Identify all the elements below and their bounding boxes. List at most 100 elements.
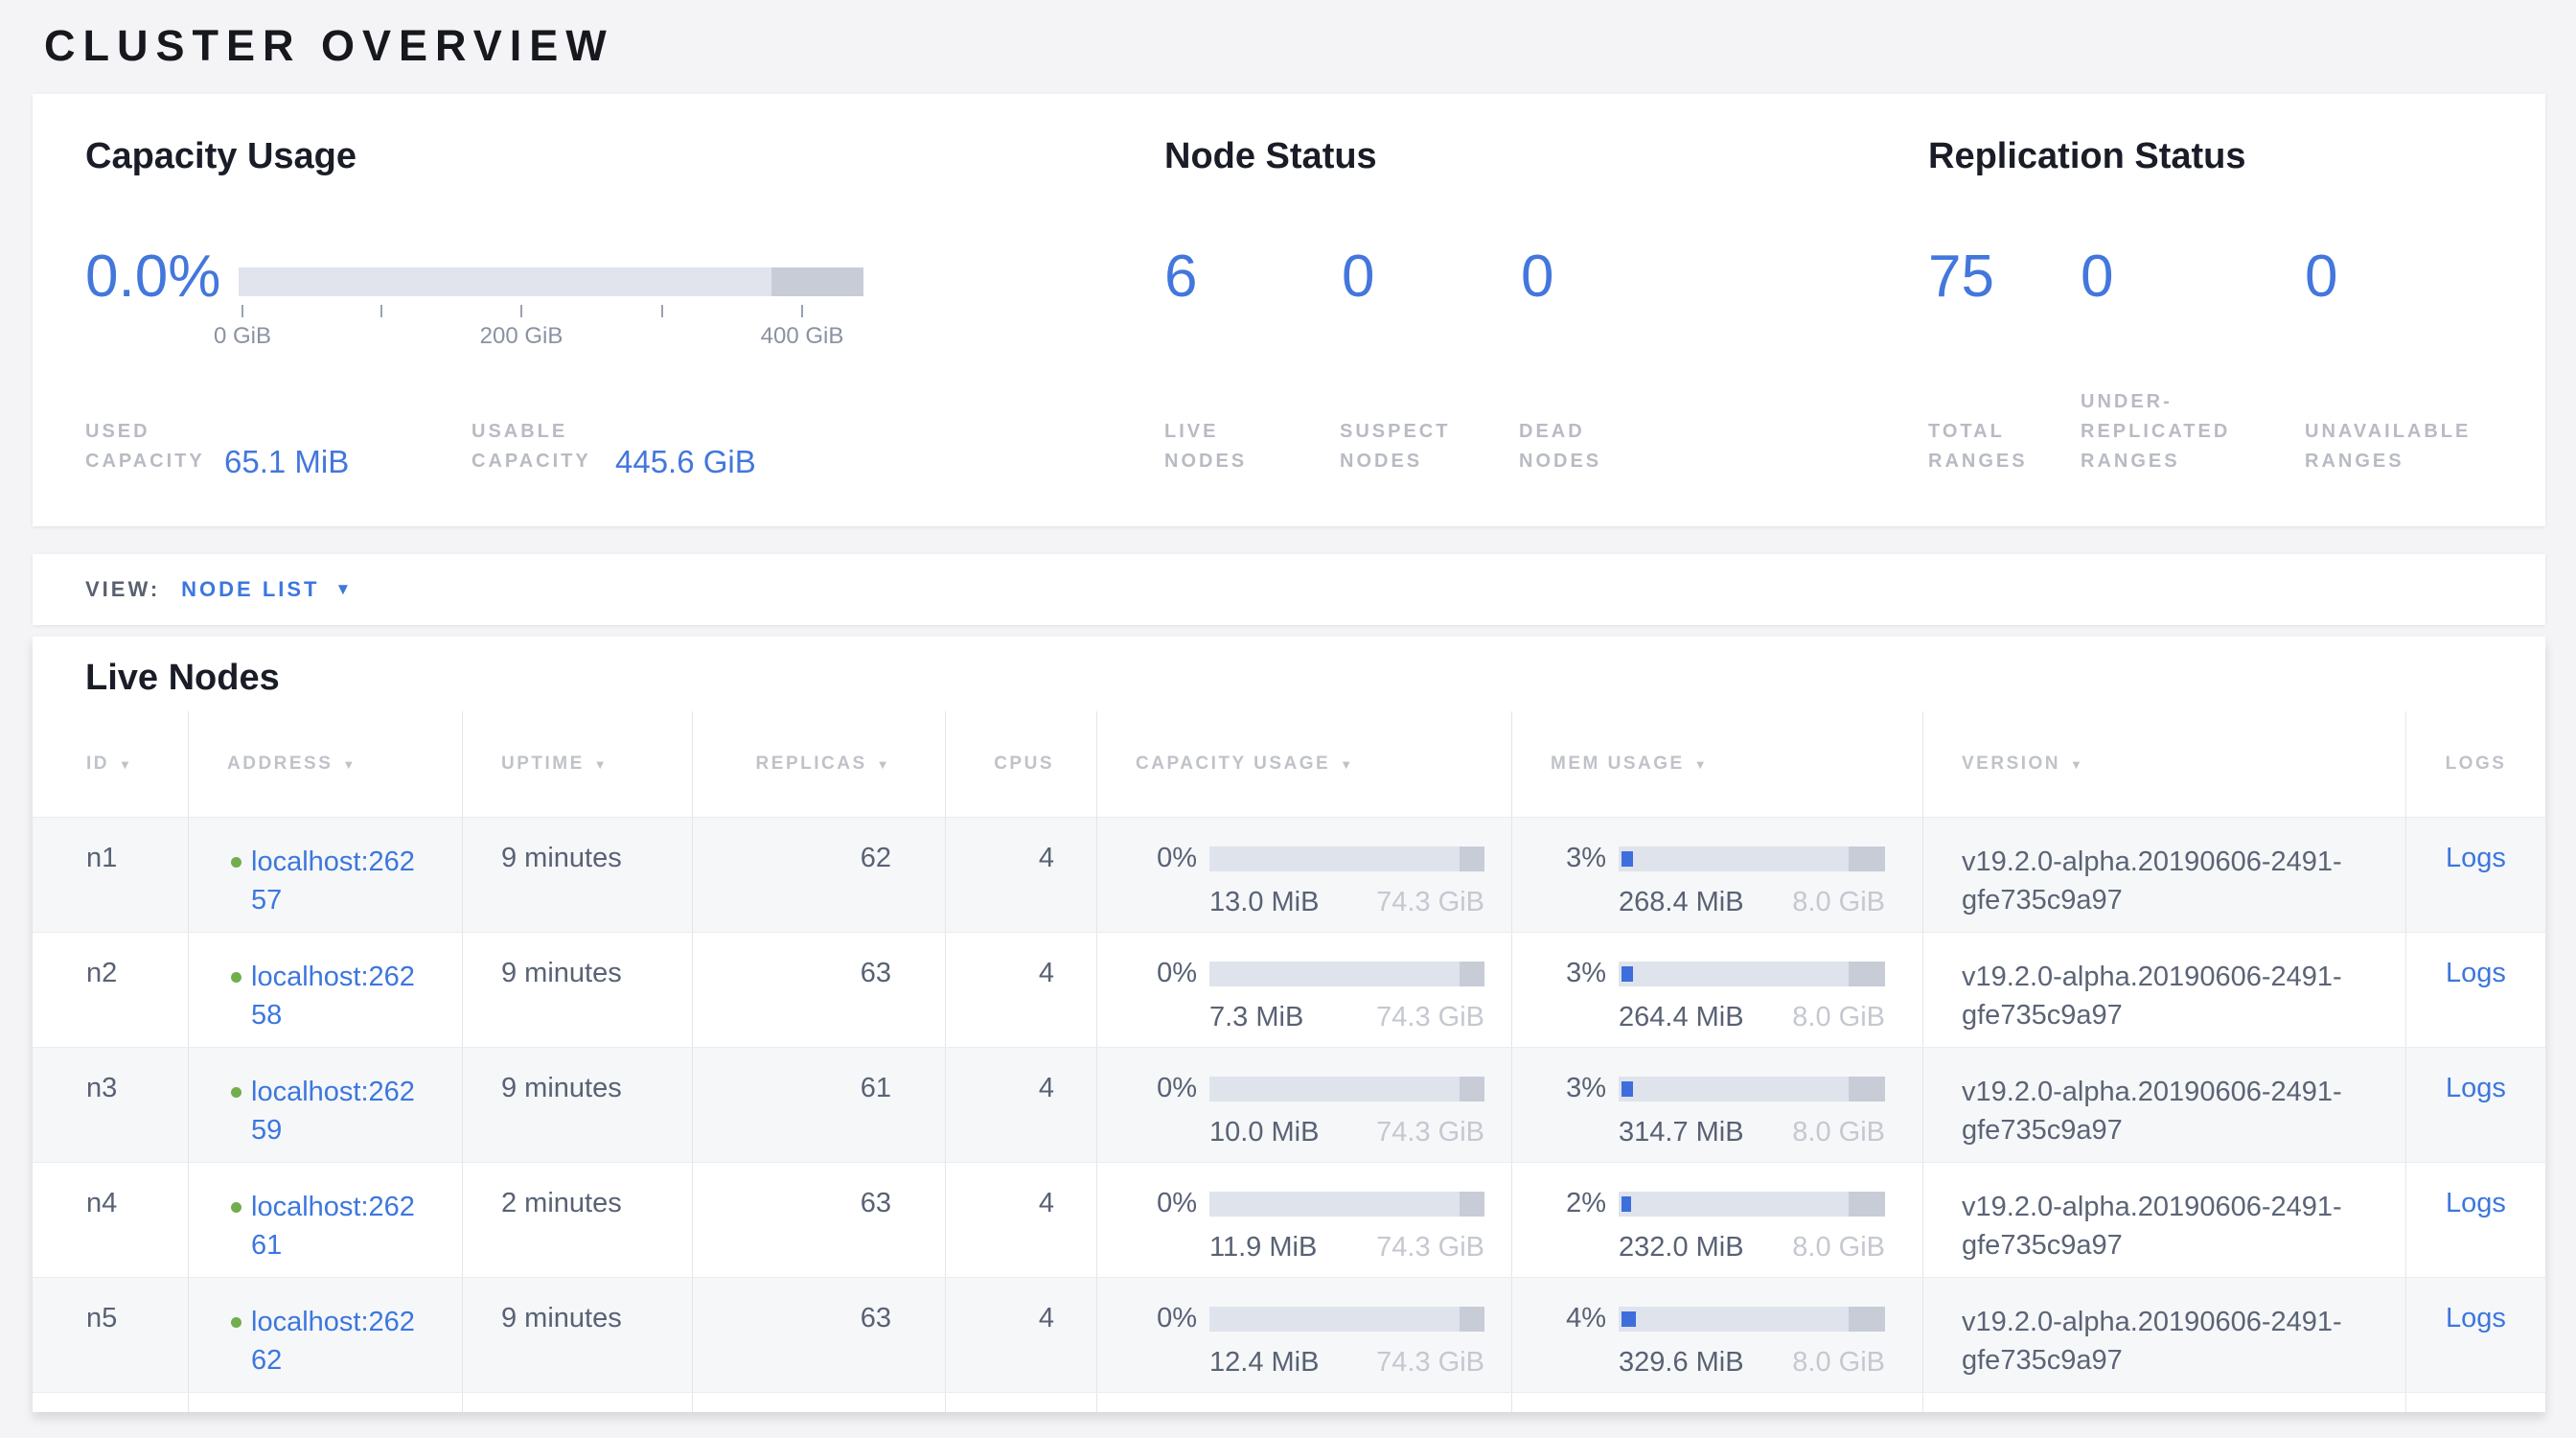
node-mem-usage-cell: 3% 264.4 MiB8.0 GiB (1512, 933, 1923, 1047)
mem-bar (1619, 962, 1885, 986)
used-capacity-value: 65.1 MiB (224, 446, 349, 477)
capacity-bar (1209, 1077, 1484, 1102)
node-live-status-icon (231, 857, 242, 868)
sort-desc-icon: ▼ (342, 757, 356, 772)
used-capacity-stat: USED CAPACITY 65.1 MiB (85, 417, 349, 476)
column-header-id[interactable]: ID▼ (33, 711, 189, 817)
mem-used: 232.0 MiB (1619, 1232, 1744, 1264)
mem-percent: 4% (1545, 1303, 1606, 1334)
logs-link[interactable]: Logs (2446, 958, 2506, 988)
node-cpus: 4 (946, 1163, 1097, 1277)
node-cpus: 4 (946, 1278, 1097, 1392)
capacity-bar-end-segment (1460, 847, 1484, 871)
node-id: n1 (33, 818, 189, 932)
used-capacity-label: USED CAPACITY (85, 417, 205, 476)
mem-bar-end-segment (1849, 1192, 1885, 1217)
under-replicated-ranges-count: 0 (2081, 247, 2113, 307)
node-uptime: 9 minutes (463, 818, 693, 932)
node-version-cell: v19.2.0-alpha.20190606-2491-gfe735c9a97 (1923, 1163, 2406, 1277)
logs-link[interactable]: Logs (2446, 843, 2506, 873)
axis-tick (520, 305, 522, 317)
node-logs-cell: Logs (2406, 1163, 2545, 1277)
capacity-usage-title: Capacity Usage (85, 136, 356, 177)
mem-bar (1619, 847, 1885, 871)
capacity-total: 74.3 GiB (1376, 887, 1484, 918)
capacity-bar-end-segment (1460, 1192, 1484, 1217)
node-address-link[interactable]: localhost:26259 (251, 1073, 424, 1162)
capacity-bar (1209, 1192, 1484, 1217)
capacity-total: 74.3 GiB (1376, 1232, 1484, 1264)
dead-nodes-label: DEAD NODES (1519, 417, 1663, 476)
column-header-mem-usage[interactable]: MEM USAGE▼ (1512, 711, 1923, 817)
mem-total: 8.0 GiB (1792, 1232, 1885, 1264)
node-version: v19.2.0-alpha.20190606-2491-gfe735c9a97 (1962, 1073, 2388, 1149)
view-dropdown[interactable]: NODE LIST (181, 577, 319, 602)
node-id: n3 (33, 1048, 189, 1162)
capacity-used: 11.9 MiB (1209, 1232, 1317, 1264)
logs-link[interactable]: Logs (2446, 1073, 2506, 1103)
live-nodes-title: Live Nodes (85, 658, 280, 699)
node-address-link[interactable]: localhost:26257 (251, 843, 424, 932)
page-title: CLUSTER OVERVIEW (44, 21, 614, 71)
node-logs-cell: Logs (2406, 818, 2545, 932)
node-replicas: 63 (693, 933, 946, 1047)
mem-total: 8.0 GiB (1792, 1002, 1885, 1033)
mem-used: 314.7 MiB (1619, 1117, 1744, 1148)
table-row: n2 localhost:26258 9 minutes 63 4 0% 7.3… (33, 932, 2545, 1047)
capacity-percent: 0% (1136, 1303, 1197, 1334)
node-mem-usage-cell: 4% 329.6 MiB8.0 GiB (1512, 1278, 1923, 1392)
capacity-used-percent: 0.0% (85, 247, 220, 307)
mem-used: 264.4 MiB (1619, 1002, 1744, 1033)
node-address-cell: localhost:26259 (189, 1048, 463, 1162)
sort-desc-icon: ▼ (1340, 757, 1354, 772)
capacity-bar-end-segment (1460, 1077, 1484, 1102)
node-uptime: 2 minutes (463, 1163, 693, 1277)
mem-bar-end-segment (1849, 847, 1885, 871)
live-nodes-card: Live Nodes ID▼ ADDRESS▼ UPTIME▼ REPLICAS… (33, 637, 2545, 1412)
node-replicas: 61 (693, 1048, 946, 1162)
sort-desc-icon: ▼ (119, 757, 133, 772)
replication-status-title: Replication Status (1928, 136, 2246, 177)
axis-tick-label: 400 GiB (725, 323, 879, 350)
capacity-used: 7.3 MiB (1209, 1002, 1303, 1033)
mem-total: 8.0 GiB (1792, 887, 1885, 918)
capacity-percent: 0% (1136, 958, 1197, 989)
capacity-used: 10.0 MiB (1209, 1117, 1319, 1148)
cluster-overview-page: CLUSTER OVERVIEW Capacity Usage 0.0% 0 G… (0, 0, 2576, 1438)
chevron-down-icon[interactable]: ▼ (335, 580, 352, 599)
live-nodes-label: LIVE NODES (1164, 417, 1308, 476)
node-address-link[interactable]: localhost:26261 (251, 1188, 424, 1277)
capacity-bar-end-segment (1460, 1307, 1484, 1332)
node-status-title: Node Status (1164, 136, 1377, 177)
column-header-address[interactable]: ADDRESS▼ (189, 711, 463, 817)
node-logs-cell: Logs (2406, 1048, 2545, 1162)
node-address-link[interactable]: localhost:26262 (251, 1303, 424, 1392)
sort-desc-icon: ▼ (1694, 757, 1709, 772)
node-id: n2 (33, 933, 189, 1047)
node-version-cell: v19.2.0-alpha.20190606-2491-gfe735c9a97 (1923, 933, 2406, 1047)
column-header-uptime[interactable]: UPTIME▼ (463, 711, 693, 817)
node-mem-usage-cell: 2% 232.0 MiB8.0 GiB (1512, 1163, 1923, 1277)
node-uptime: 9 minutes (463, 1278, 693, 1392)
column-header-capacity-usage[interactable]: CAPACITY USAGE▼ (1097, 711, 1512, 817)
logs-link[interactable]: Logs (2446, 1303, 2506, 1334)
column-header-replicas[interactable]: REPLICAS▼ (693, 711, 946, 817)
sort-desc-icon: ▼ (877, 757, 891, 772)
node-cpus: 4 (946, 1048, 1097, 1162)
node-cpus: 4 (946, 933, 1097, 1047)
column-header-cpus: CPUS (946, 711, 1097, 817)
capacity-usage-bar (239, 267, 863, 296)
suspect-nodes-count: 0 (1342, 247, 1374, 307)
node-version: v19.2.0-alpha.20190606-2491-gfe735c9a97 (1962, 1303, 2388, 1380)
column-header-version[interactable]: VERSION▼ (1923, 711, 2406, 817)
logs-link[interactable]: Logs (2446, 1188, 2506, 1218)
node-logs-cell: Logs (2406, 933, 2545, 1047)
node-address-link[interactable]: localhost:26258 (251, 958, 424, 1047)
mem-bar-fill (1622, 1311, 1636, 1327)
mem-used: 329.6 MiB (1619, 1347, 1744, 1379)
capacity-bar (1209, 847, 1484, 871)
capacity-bar (1209, 962, 1484, 986)
mem-bar-fill (1622, 1196, 1631, 1212)
node-replicas: 63 (693, 1278, 946, 1392)
axis-tick (661, 305, 663, 317)
